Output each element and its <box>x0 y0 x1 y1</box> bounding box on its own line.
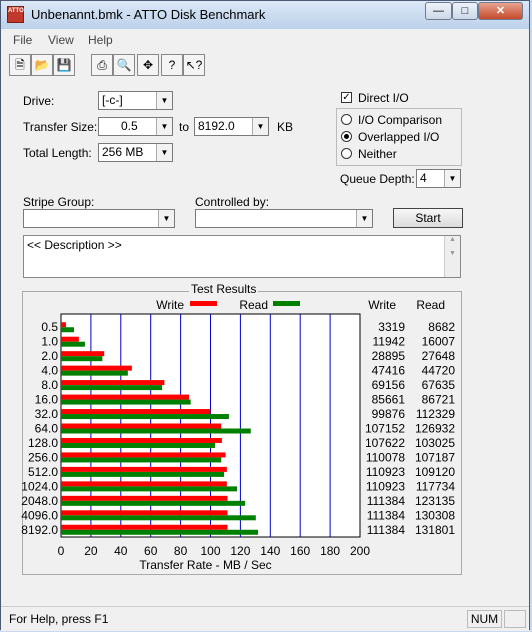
write-bar <box>61 466 227 472</box>
category-label: 1024.0 <box>21 479 58 493</box>
write-bar <box>61 380 165 386</box>
read-value: 109120 <box>415 465 455 479</box>
category-label: 256.0 <box>28 450 58 464</box>
read-bar <box>61 341 85 347</box>
x-tick-label: 0 <box>58 544 65 558</box>
read-value: 86721 <box>422 393 456 407</box>
read-value: 123135 <box>415 494 455 508</box>
x-tick-label: 40 <box>114 544 128 558</box>
write-bar <box>61 365 132 371</box>
write-bar <box>61 524 228 530</box>
category-label: 8192.0 <box>21 523 58 537</box>
write-bar <box>61 322 66 328</box>
status-help-text: For Help, press F1 <box>9 612 109 626</box>
read-bar <box>61 529 259 535</box>
x-tick-label: 80 <box>174 544 188 558</box>
category-label: 64.0 <box>35 422 59 436</box>
category-label: 512.0 <box>28 465 58 479</box>
write-value: 47416 <box>372 364 406 378</box>
read-column-header: Read <box>416 298 445 312</box>
read-bar <box>61 327 74 333</box>
write-value: 28895 <box>372 349 406 363</box>
x-axis-label: Transfer Rate - MB / Sec <box>139 558 271 572</box>
write-value: 111384 <box>367 494 406 508</box>
x-tick-label: 180 <box>320 544 340 558</box>
write-bar <box>61 495 228 501</box>
app-window: ATTO Unbenannt.bmk - ATTO Disk Benchmark… <box>0 0 530 631</box>
results-chart: 0 20 40 60 80 100 120 140 160 180 200 Transfer Rate… <box>21 298 456 572</box>
read-bar <box>61 486 238 492</box>
read-value: 112329 <box>416 407 455 421</box>
category-label: 16.0 <box>35 393 59 407</box>
write-value: 111384 <box>367 508 406 522</box>
read-bar <box>61 428 251 434</box>
num-lock-indicator: NUM <box>467 610 502 628</box>
read-bar <box>61 457 222 463</box>
read-value: 67635 <box>422 378 456 392</box>
write-value: 85661 <box>372 393 406 407</box>
write-value: 110078 <box>366 450 405 464</box>
category-label: 2048.0 <box>21 494 58 508</box>
legend-write-swatch <box>190 301 217 306</box>
read-value: 130308 <box>415 508 455 522</box>
write-bar <box>61 437 222 443</box>
write-value: 11942 <box>373 335 406 349</box>
write-bar <box>61 351 105 357</box>
write-value: 107622 <box>365 436 405 450</box>
x-tick-label: 140 <box>260 544 280 558</box>
status-panel-empty <box>504 610 526 628</box>
write-value: 107152 <box>365 422 405 436</box>
write-value: 110923 <box>366 465 405 479</box>
x-tick-label: 100 <box>200 544 220 558</box>
read-value: 126932 <box>415 422 455 436</box>
category-label: 32.0 <box>35 407 59 421</box>
status-bar: For Help, press F1 NUM <box>1 606 529 631</box>
x-tick-label: 160 <box>290 544 310 558</box>
read-value: 44720 <box>422 364 456 378</box>
x-tick-label: 120 <box>230 544 250 558</box>
category-label: 128.0 <box>28 436 58 450</box>
write-bar <box>61 481 227 487</box>
write-bar <box>61 452 226 458</box>
x-tick-label: 20 <box>84 544 98 558</box>
category-label: 2.0 <box>41 349 58 363</box>
read-value: 8682 <box>428 320 455 334</box>
write-bar <box>61 510 228 516</box>
category-label: 4.0 <box>41 364 58 378</box>
write-value: 111384 <box>367 523 406 537</box>
read-bar <box>61 442 216 448</box>
write-bar <box>61 423 222 429</box>
read-bar <box>61 500 246 506</box>
category-label: 4096.0 <box>21 508 58 522</box>
write-value: 3319 <box>378 320 405 334</box>
category-label: 8.0 <box>41 378 58 392</box>
legend-read-swatch <box>273 301 300 306</box>
read-bar <box>61 515 256 521</box>
read-bar <box>61 471 225 477</box>
read-value: 131801 <box>415 523 455 537</box>
write-bar <box>61 394 190 400</box>
write-column-header: Write <box>368 298 396 312</box>
x-tick-label: 200 <box>350 544 370 558</box>
write-value: 99876 <box>372 407 406 421</box>
write-bar <box>61 336 79 342</box>
read-bar <box>61 356 103 362</box>
read-bar <box>61 385 163 391</box>
legend-read-label: Read <box>239 298 268 312</box>
read-value: 107187 <box>415 450 455 464</box>
x-tick-label: 60 <box>144 544 158 558</box>
read-value: 16007 <box>422 335 456 349</box>
write-value: 69156 <box>372 378 406 392</box>
read-value: 117734 <box>416 479 455 493</box>
category-label: 0.5 <box>41 320 58 334</box>
write-bar <box>61 409 211 415</box>
read-bar <box>61 370 128 376</box>
legend-write-label: Write <box>156 298 184 312</box>
read-bar <box>61 399 191 405</box>
read-value: 27648 <box>422 349 456 363</box>
read-value: 103025 <box>415 436 455 450</box>
category-label: 1.0 <box>41 335 58 349</box>
read-bar <box>61 414 229 420</box>
write-value: 110923 <box>366 479 405 493</box>
